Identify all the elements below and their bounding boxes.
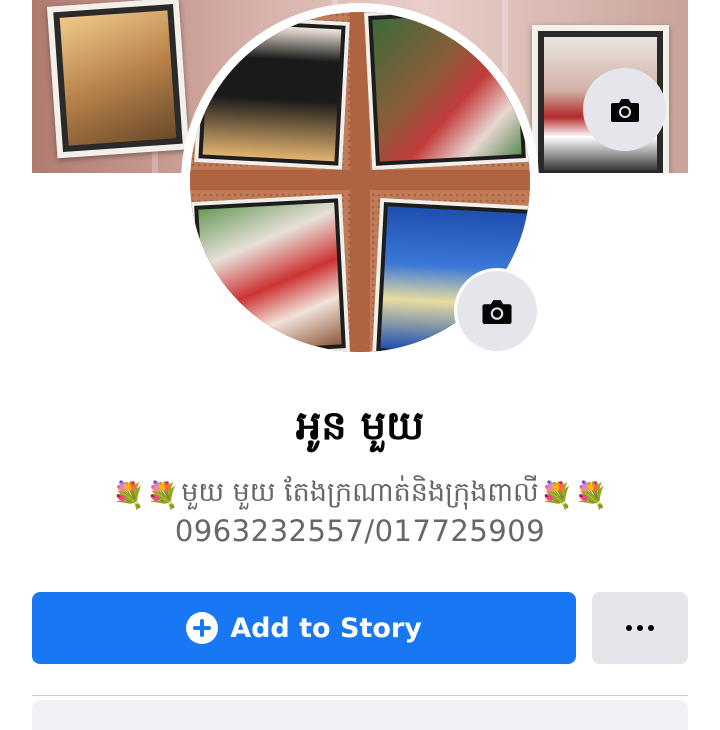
add-to-story-button[interactable]: Add to Story <box>32 592 576 664</box>
avatar-collage-photo <box>190 194 351 352</box>
more-dots-icon <box>626 625 632 631</box>
camera-icon <box>482 299 512 324</box>
profile-bio: 💐 💐 មួយ មួយ តែងក្រណាត់និងក្រុងពាលី 💐 💐 <box>0 476 720 515</box>
profile-name: អូន មួយ <box>295 403 425 449</box>
flower-bouquet-icon: 💐 <box>540 480 574 511</box>
avatar-collage-photo <box>363 12 530 171</box>
next-section-card <box>32 700 688 730</box>
cover-collage-photo <box>46 0 190 159</box>
more-dots-icon <box>637 625 643 631</box>
camera-icon <box>610 98 639 122</box>
more-dots-icon <box>648 625 654 631</box>
bio-text: មួយ មួយ តែងក្រណាត់និងក្រុងពាលី <box>181 477 539 508</box>
avatar-collage-photo <box>194 14 350 170</box>
section-divider <box>32 695 688 696</box>
flower-bouquet-icon: 💐 <box>146 480 180 511</box>
plus-circle-icon <box>186 612 219 644</box>
edit-profile-picture-button[interactable] <box>454 268 540 354</box>
edit-cover-photo-button[interactable] <box>583 68 666 151</box>
flower-bouquet-icon: 💐 <box>112 480 145 511</box>
more-options-button[interactable] <box>592 592 688 664</box>
flower-bouquet-icon: 💐 <box>575 480 608 511</box>
bio-phone-numbers: 0963232557/017725909 <box>174 514 546 548</box>
avatar-decor <box>190 170 530 190</box>
add-to-story-label: Add to Story <box>230 612 422 644</box>
